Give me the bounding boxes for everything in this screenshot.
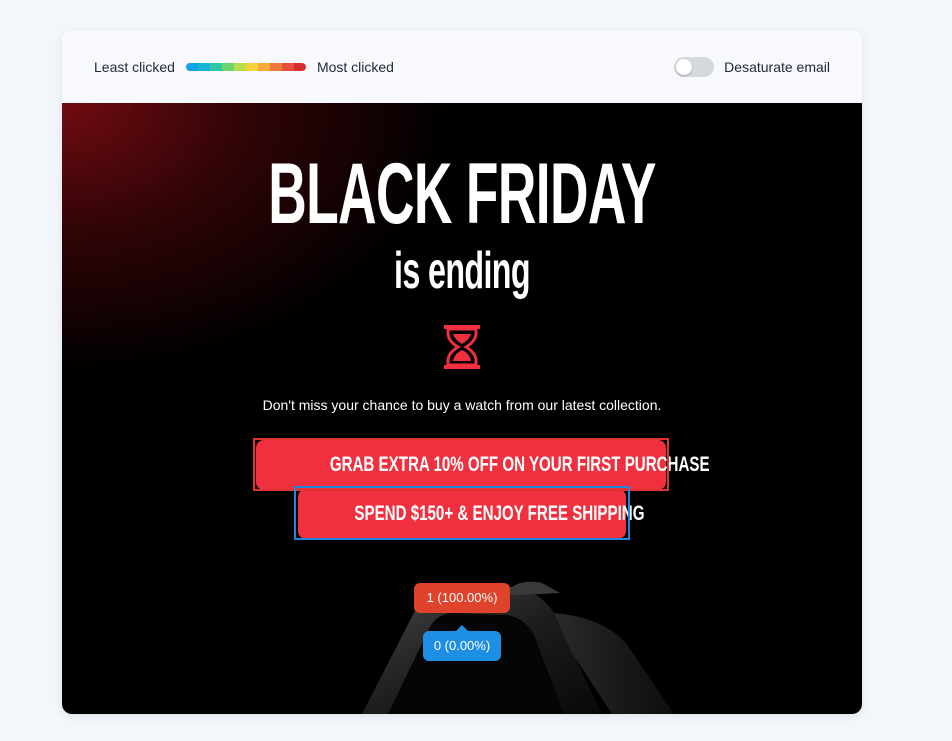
click-legend: Least clicked Most clicked (94, 59, 394, 75)
gradient-swatch (269, 63, 282, 71)
cta-free-shipping-label: SPEND $150+ & ENJOY FREE SHIPPING (354, 502, 645, 525)
toggle-knob (676, 59, 693, 75)
desaturate-label: Desaturate email (724, 59, 830, 75)
primary-cta-click-badge: 1 (100.00%) (414, 583, 510, 613)
cta-first-purchase-label: GRAB EXTRA 10% OFF ON YOUR FIRST PURCHAS… (329, 453, 710, 476)
subheadline: is ending (394, 242, 531, 300)
most-clicked-label: Most clicked (316, 59, 394, 75)
desaturate-toggle[interactable] (674, 57, 715, 77)
cta-first-purchase-button[interactable]: GRAB EXTRA 10% OFF ON YOUR FIRST PURCHAS… (256, 440, 710, 490)
gradient-swatch (245, 63, 258, 71)
heatmap-legend-bar: Least clicked Most clicked Desaturate em… (62, 30, 862, 103)
gradient-swatch (185, 63, 198, 71)
least-clicked-label: Least clicked (94, 59, 175, 75)
gradient-swatch (221, 63, 234, 71)
hourglass-icon (444, 325, 480, 369)
gradient-swatch (257, 63, 270, 71)
gradient-swatch (293, 63, 306, 71)
headline: BLACK FRIDAY (268, 146, 656, 242)
cta-free-shipping-button[interactable]: SPEND $150+ & ENJOY FREE SHIPPING (298, 489, 644, 539)
gradient-swatch (233, 63, 246, 71)
email-tagline: Don't miss your chance to buy a watch fr… (262, 397, 662, 413)
click-gradient-scale (185, 63, 306, 71)
gradient-swatch (197, 63, 210, 71)
gradient-swatch (281, 63, 294, 71)
secondary-cta-click-badge: 0 (0.00%) (423, 625, 501, 661)
desaturate-control: Desaturate email (674, 57, 830, 77)
email-preview: BLACK FRIDAY is ending Don't miss your c… (62, 103, 862, 714)
gradient-swatch (209, 63, 222, 71)
heatmap-card: Least clicked Most clicked Desaturate em… (62, 30, 862, 714)
